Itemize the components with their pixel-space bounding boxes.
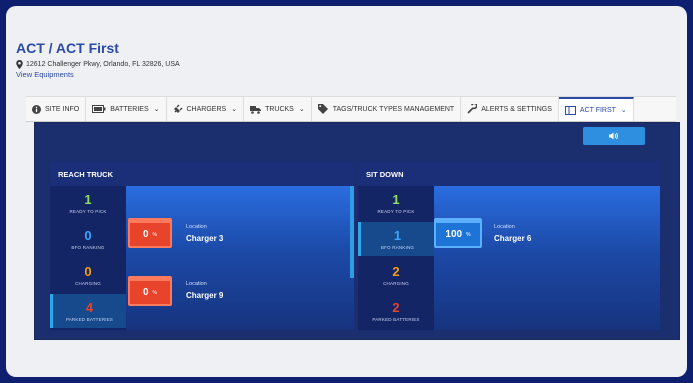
- group-title: REACH TRUCK: [50, 162, 354, 186]
- chevron-down-icon: ⌄: [231, 106, 238, 113]
- tag-icon: [317, 104, 328, 114]
- location-value: Charger 3: [186, 234, 224, 243]
- stat-label: PARKED BATTERIES: [65, 316, 114, 322]
- stat-bfo-ranking[interactable]: 1 BFO RANKING: [358, 222, 434, 256]
- stat-value: 1: [392, 191, 400, 207]
- tab-label: CHARGERS: [186, 105, 227, 113]
- battery-card[interactable]: 100 %: [434, 218, 482, 248]
- battery-percent: 100: [445, 229, 463, 240]
- stat-label: CHARGING: [383, 280, 409, 286]
- stat-label: CHARGING: [75, 280, 101, 286]
- percent-unit: %: [152, 231, 157, 238]
- plug-icon: [173, 104, 182, 113]
- stat-ready-to-pick[interactable]: 1 READY TO PICK: [358, 186, 434, 220]
- battery-icon: [92, 105, 106, 113]
- tab-label: SITE INFO: [45, 105, 80, 113]
- stats-column: 1 READY TO PICK 0 BFO RANKING 0 CHARGING…: [50, 186, 126, 330]
- tab-label: ACT FIRST: [579, 106, 616, 114]
- address-text: 12612 Challenger Pkwy, Orlando, FL 32826…: [26, 61, 180, 68]
- location-value: Charger 9: [186, 291, 224, 300]
- stat-value: 2: [392, 263, 400, 279]
- stat-parked-batteries[interactable]: 4 PARKED BATTERIES: [50, 294, 126, 328]
- tab-site-info[interactable]: SITE INFO: [26, 97, 87, 121]
- stat-value: 0: [84, 227, 92, 243]
- speaker-icon: [609, 132, 618, 140]
- chevron-down-icon: ⌄: [620, 107, 627, 114]
- info-icon: [32, 104, 41, 114]
- tab-label: BATTERIES: [110, 105, 149, 113]
- stat-label: BFO RANKING: [71, 244, 105, 250]
- battery-percent: 0: [142, 287, 149, 298]
- stats-column: 1 READY TO PICK 1 BFO RANKING 2 CHARGING…: [358, 186, 434, 330]
- stat-value: 4: [85, 299, 94, 315]
- group-title: SIT DOWN: [358, 162, 660, 186]
- tab-bar: SITE INFO BATTERIES ⌄ CHARGERS ⌄ TRUCKS ⌄ T…: [26, 96, 676, 122]
- tab-batteries[interactable]: BATTERIES ⌄: [86, 97, 167, 121]
- stat-label: READY TO PICK: [377, 208, 415, 214]
- act-first-dashboard: REACH TRUCK 1 READY TO PICK 0 BFO RANKIN…: [34, 122, 680, 340]
- tab-label: TAGS/TRUCK TYPES MANAGEMENT: [332, 105, 455, 113]
- sound-toggle-button[interactable]: [583, 127, 645, 145]
- percent-unit: %: [466, 231, 471, 238]
- chevron-down-icon: ⌄: [153, 106, 160, 113]
- tab-act-first[interactable]: ACT FIRST ⌄: [558, 97, 634, 121]
- location-pin-icon: [16, 60, 23, 69]
- battery-card[interactable]: 0 %: [128, 218, 172, 248]
- percent-unit: %: [152, 289, 157, 296]
- stat-parked-batteries[interactable]: 2 PARKED BATTERIES: [358, 294, 434, 328]
- stat-charging[interactable]: 2 CHARGING: [358, 258, 434, 292]
- location-label: Location: [494, 224, 515, 230]
- location-value: Charger 6: [494, 234, 532, 243]
- sit-down-group: SIT DOWN 1 READY TO PICK 1 BFO RANKING 2…: [357, 161, 661, 331]
- stat-label: PARKED BATTERIES: [372, 316, 420, 322]
- location-label: Location: [186, 281, 207, 287]
- wrench-icon: [467, 104, 478, 114]
- battery-detail-area: 100 % Location Charger 6: [434, 186, 660, 330]
- location-label: Location: [186, 224, 207, 230]
- tab-trucks[interactable]: TRUCKS ⌄: [244, 97, 312, 121]
- chevron-down-icon: ⌄: [298, 106, 305, 113]
- battery-card[interactable]: 0 %: [128, 276, 172, 306]
- page-title: ACT / ACT First: [16, 40, 119, 56]
- tab-chargers[interactable]: CHARGERS ⌄: [167, 97, 245, 121]
- columns-icon: [564, 105, 576, 115]
- stat-value: 2: [392, 299, 400, 315]
- stat-label: BFO RANKING: [380, 244, 415, 250]
- view-equipments-link[interactable]: View Equipments: [16, 70, 74, 79]
- scrollbar[interactable]: [350, 186, 354, 278]
- stat-ready-to-pick[interactable]: 1 READY TO PICK: [50, 186, 126, 220]
- battery-percent: 0: [142, 229, 149, 240]
- truck-icon: [250, 105, 262, 114]
- stat-charging[interactable]: 0 CHARGING: [50, 258, 126, 292]
- tab-alerts-settings[interactable]: ALERTS & SETTINGS: [461, 97, 559, 121]
- reach-truck-group: REACH TRUCK 1 READY TO PICK 0 BFO RANKIN…: [49, 161, 355, 331]
- stat-value: 0: [84, 263, 92, 279]
- battery-detail-area: 0 % Location Charger 3 0 % Location Char…: [126, 186, 354, 330]
- tab-label: TRUCKS: [265, 105, 294, 113]
- stat-bfo-ranking[interactable]: 0 BFO RANKING: [50, 222, 126, 256]
- stat-value: 1: [393, 227, 402, 243]
- stat-label: READY TO PICK: [69, 208, 107, 214]
- tab-label: ALERTS & SETTINGS: [481, 105, 552, 113]
- tab-tags[interactable]: TAGS/TRUCK TYPES MANAGEMENT: [312, 97, 462, 121]
- site-address: 12612 Challenger Pkwy, Orlando, FL 32826…: [16, 60, 180, 69]
- stat-value: 1: [84, 191, 92, 207]
